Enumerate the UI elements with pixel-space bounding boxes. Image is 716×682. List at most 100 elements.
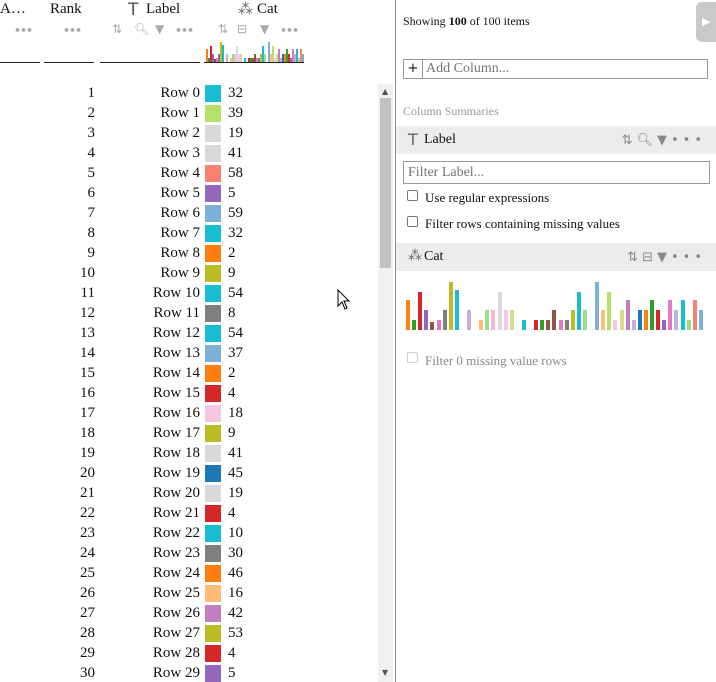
histogram-bar[interactable] [448, 282, 453, 330]
histogram-bar[interactable] [643, 310, 648, 330]
cat-missing-checkbox[interactable] [407, 352, 418, 363]
table-row[interactable]: 26 Row 25 16 [0, 584, 378, 604]
histogram-bar[interactable] [521, 320, 526, 330]
histogram-bar[interactable] [485, 310, 490, 330]
search-icon[interactable]: 🔍︎ [636, 133, 657, 148]
histogram-bar[interactable] [497, 292, 502, 330]
histogram-bar[interactable] [619, 310, 624, 330]
missing-values-checkbox[interactable] [407, 216, 418, 227]
table-row[interactable]: 20 Row 19 45 [0, 464, 378, 484]
histogram-bar[interactable] [607, 292, 612, 330]
histogram-bar[interactable] [692, 300, 697, 330]
table-row[interactable]: 6 Row 5 5 [0, 184, 378, 204]
sort-az-icon[interactable]: ⇅ [627, 250, 642, 265]
histogram-bar[interactable] [491, 310, 496, 330]
histogram-bar[interactable] [601, 310, 606, 330]
cat-more-icon[interactable]: ••• [280, 24, 299, 37]
histogram-bar[interactable] [680, 300, 685, 330]
histogram-bar[interactable] [430, 322, 435, 330]
table-row[interactable]: 30 Row 29 5 [0, 664, 378, 682]
table-row[interactable]: 19 Row 18 41 [0, 444, 378, 464]
table-row[interactable]: 27 Row 26 42 [0, 604, 378, 624]
filter-icon[interactable]: ▼ [657, 133, 671, 148]
table-row[interactable]: 18 Row 17 9 [0, 424, 378, 444]
table-row[interactable]: 22 Row 21 4 [0, 504, 378, 524]
filter-icon[interactable]: ▼ [155, 22, 164, 36]
sort-az-icon[interactable]: ⇅ [622, 133, 637, 148]
table-row[interactable]: 13 Row 12 54 [0, 324, 378, 344]
histogram-bar[interactable] [674, 310, 679, 330]
histogram-bar[interactable] [686, 320, 691, 330]
histogram-bar[interactable] [552, 310, 557, 330]
filter-label-input[interactable] [408, 164, 698, 181]
histogram-bar[interactable] [656, 310, 661, 330]
table-row[interactable]: 14 Row 13 37 [0, 344, 378, 364]
histogram-bar[interactable] [595, 282, 600, 330]
table-row[interactable]: 21 Row 20 19 [0, 484, 378, 504]
table-row[interactable]: 17 Row 16 18 [0, 404, 378, 424]
histogram-bar[interactable] [650, 300, 654, 330]
table-row[interactable]: 16 Row 15 4 [0, 384, 378, 404]
table-row[interactable]: 3 Row 2 19 [0, 124, 378, 144]
histogram-bar[interactable] [576, 292, 581, 330]
table-row[interactable]: 8 Row 7 32 [0, 224, 378, 244]
histogram-bar[interactable] [582, 310, 587, 330]
histogram-bar[interactable] [503, 310, 508, 330]
table-scrollbar[interactable]: ▲ ▼ [378, 84, 393, 682]
filter-icon[interactable]: ▼ [260, 22, 269, 36]
column-header-a[interactable]: A… ••• [0, 0, 42, 66]
histogram-bar[interactable] [509, 310, 514, 330]
table-row[interactable]: 10 Row 9 9 [0, 264, 378, 284]
more-icon[interactable]: ••• [671, 250, 706, 265]
table-row[interactable]: 9 Row 8 2 [0, 244, 378, 264]
histogram-bar[interactable] [662, 320, 667, 330]
add-icon[interactable]: + [404, 60, 423, 78]
histogram-bar[interactable] [436, 320, 441, 330]
table-row[interactable]: 29 Row 28 4 [0, 644, 378, 664]
histogram-bar[interactable] [613, 320, 618, 330]
histogram-bar[interactable] [442, 310, 447, 330]
sort-az-icon[interactable]: ⇅ [218, 22, 228, 36]
table-row[interactable]: 2 Row 1 39 [0, 104, 378, 124]
table-row[interactable]: 4 Row 3 41 [0, 144, 378, 164]
group-icon[interactable]: ⊟ [237, 22, 247, 36]
histogram-bar[interactable] [570, 310, 575, 330]
table-row[interactable]: 25 Row 24 46 [0, 564, 378, 584]
histogram-bar[interactable] [546, 320, 551, 330]
table-row[interactable]: 15 Row 14 2 [0, 364, 378, 384]
histogram-bar[interactable] [467, 310, 471, 330]
histogram-bar[interactable] [540, 320, 545, 330]
label-more-icon[interactable]: ••• [175, 24, 194, 37]
cat-histogram[interactable] [406, 276, 706, 330]
more-icon[interactable]: ••• [671, 133, 706, 148]
histogram-bar[interactable] [558, 320, 563, 330]
column-a-more-icon[interactable]: ••• [14, 24, 33, 37]
histogram-bar[interactable] [668, 300, 673, 330]
histogram-bar[interactable] [406, 300, 410, 330]
add-column-field[interactable]: + [403, 59, 708, 79]
table-row[interactable]: 28 Row 27 53 [0, 624, 378, 644]
sort-az-icon[interactable]: ⇅ [112, 22, 122, 36]
histogram-bar[interactable] [625, 300, 630, 330]
group-icon[interactable]: ⊟ [642, 250, 657, 265]
table-row[interactable]: 12 Row 11 8 [0, 304, 378, 324]
histogram-bar[interactable] [698, 310, 703, 330]
scrollbar-thumb[interactable] [380, 98, 391, 268]
column-header-rank[interactable]: Rank ••• [44, 0, 96, 66]
column-header-cat[interactable]: ⁂ Cat ⇅ ⊟ ▼ ••• [204, 0, 306, 66]
histogram-bar[interactable] [424, 310, 429, 330]
column-header-label[interactable]: T Label ⇅ 🔍︎ ▼ ••• [100, 0, 200, 66]
table-row[interactable]: 5 Row 4 58 [0, 164, 378, 184]
table-row[interactable]: 11 Row 10 54 [0, 284, 378, 304]
histogram-bar[interactable] [454, 290, 459, 330]
table-row[interactable]: 1 Row 0 32 [0, 84, 378, 104]
collapse-panel-button[interactable]: ▶ [696, 2, 716, 42]
histogram-bar[interactable] [637, 310, 642, 330]
table-row[interactable]: 7 Row 6 59 [0, 204, 378, 224]
table-row[interactable]: 24 Row 23 30 [0, 544, 378, 564]
histogram-bar[interactable] [412, 320, 417, 330]
regex-checkbox[interactable] [407, 190, 418, 201]
scroll-up-icon[interactable]: ▲ [382, 87, 388, 96]
scroll-down-icon[interactable]: ▼ [382, 668, 388, 677]
table-row[interactable]: 23 Row 22 10 [0, 524, 378, 544]
